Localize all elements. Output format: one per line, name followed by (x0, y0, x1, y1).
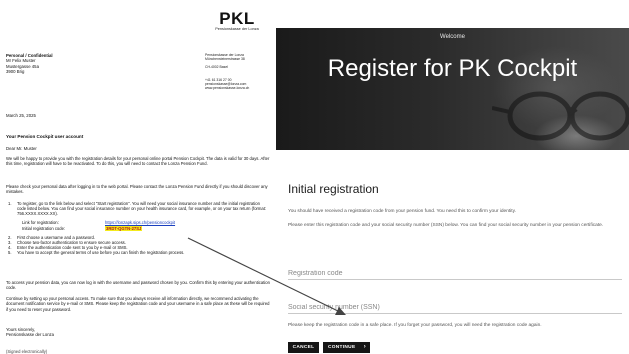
signature-note: (Signed electronically) (6, 349, 48, 354)
hero-photo-glasses (492, 91, 629, 141)
sender-website: www.pensionskasse-lonza.ch (205, 86, 250, 91)
form-title: Initial registration (288, 182, 379, 196)
registration-code-value: 3RDT-QGTN-27SJ (105, 225, 143, 231)
form-info: Please enter this registration code and … (288, 223, 604, 228)
letter-closing: Yours sincerely, Pensionskasse der Lonza (6, 327, 54, 338)
recipient-city: 3900 Brig (6, 69, 25, 75)
closing-line: Pensionskasse der Lonza (6, 332, 54, 338)
registration-link[interactable]: https://lonzapk.sips.ch/pensioncockpit (105, 220, 175, 225)
registration-code-field (288, 262, 622, 280)
letter-subject: Your Pension Cockpit user account (6, 134, 84, 139)
cancel-button[interactable]: CANCEL (288, 342, 319, 353)
page-title: Register for PK Cockpit (327, 55, 578, 82)
continue-button[interactable]: CONTINUE › (323, 342, 370, 353)
letter-date: March 25, 2025 (6, 113, 36, 118)
step-item: 1. To register, go to the link below and… (8, 201, 268, 217)
chevron-right-icon: › (363, 344, 366, 350)
registration-steps: 1. To register, go to the link below and… (8, 201, 268, 255)
hero-welcome: Welcome (440, 34, 465, 40)
registration-page: Welcome Register for PK Cockpit Initial … (276, 0, 629, 354)
hero-banner: Welcome Register for PK Cockpit (276, 28, 629, 150)
letter-paragraph: To access your pension data, you can now… (6, 280, 270, 291)
registration-code-row: Initial registration code: 3RDT-QGTN-27S… (8, 225, 268, 232)
continue-label: CONTINUE (328, 345, 356, 350)
step-text: You have to accept the general terms of … (17, 250, 185, 256)
pkl-logo: PKL Pensionskasse der Lonza (204, 10, 270, 32)
logo-subtitle: Pensionskasse der Lonza (215, 27, 259, 31)
letter-salutation: Dear Mr. Muster (6, 146, 37, 151)
recipient-address: Personal / Confidential Mr Felix Muster … (6, 53, 53, 75)
pension-letter: PKL Pensionskasse der Lonza Personal / C… (0, 0, 276, 354)
ssn-input[interactable] (288, 300, 622, 311)
letter-paragraph: We will be happy to provide you with the… (6, 156, 270, 167)
step-item: 5. You have to accept the general terms … (8, 250, 268, 255)
sender-address: Pensionskasse der Lonza Münchensteinerst… (205, 53, 249, 90)
step-number: 5. (8, 250, 12, 256)
link-label: Link for registration: (22, 219, 59, 225)
sender-line: Münchensteinerstrasse 38 (205, 57, 245, 62)
form-info: You should have received a registration … (288, 209, 516, 214)
letter-paragraph: Please check your personal data after lo… (6, 184, 268, 195)
form-note: Please keep the registration code in a s… (288, 323, 542, 328)
letter-paragraph: Continue by setting up your personal acc… (6, 296, 270, 312)
logo-mark: PKL (219, 9, 255, 28)
step-text: To register, go to the link below and se… (17, 201, 267, 217)
ssn-field (288, 296, 622, 314)
registration-code-input[interactable] (288, 266, 622, 277)
code-label: Initial registration code: (22, 225, 66, 231)
step-number: 1. (8, 201, 12, 206)
